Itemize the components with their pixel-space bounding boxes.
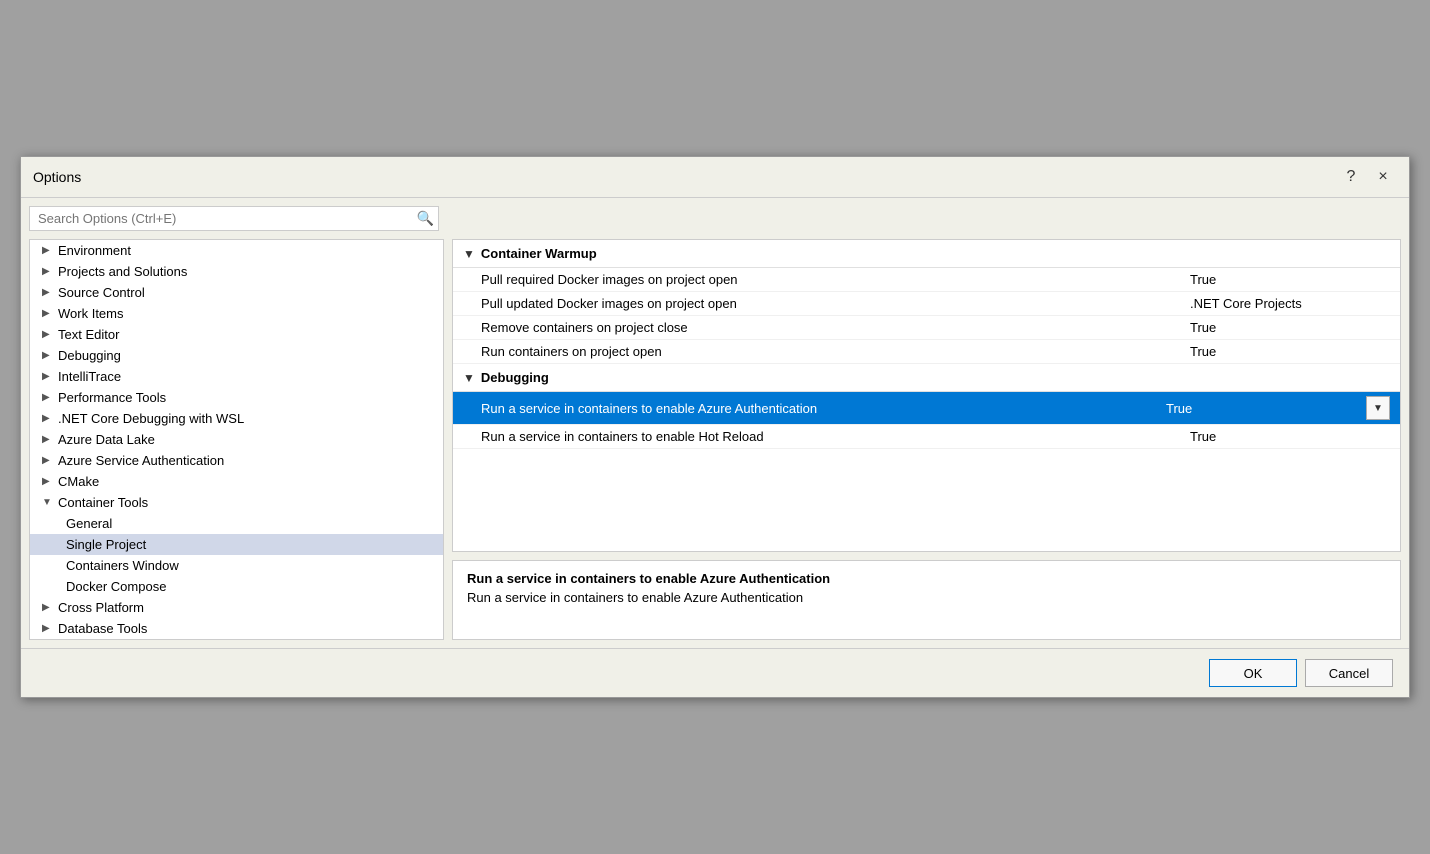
tree-item-cross-platform[interactable]: ▶ Cross Platform [30,597,443,618]
tree-item-label: .NET Core Debugging with WSL [58,411,244,426]
setting-value: True [1190,344,1390,359]
expand-arrow: ▶ [42,623,54,634]
setting-row[interactable]: Run a service in containers to enable Ho… [453,425,1400,449]
right-panel: ▼ Container Warmup Pull required Docker im… [452,239,1401,640]
tree-item-source-control[interactable]: ▶ Source Control [30,282,443,303]
tree-item-label: Projects and Solutions [58,264,187,279]
title-bar: Options ? × [21,157,1409,198]
tree-item-container-tools[interactable]: ▼ Container Tools [30,492,443,513]
setting-name: Pull updated Docker images on project op… [481,296,1190,311]
setting-row[interactable]: Run containers on project openTrue [453,340,1400,364]
setting-row[interactable]: Remove containers on project closeTrue [453,316,1400,340]
options-dialog: Options ? × 🔍 ▶ Environment ▶ Projects and … [20,156,1410,698]
tree-child-docker-compose[interactable]: Docker Compose [30,576,443,597]
section-collapse-arrow: ▼ [463,247,475,261]
help-button[interactable]: ? [1337,165,1365,189]
tree-item-environment[interactable]: ▶ Environment [30,240,443,261]
tree-item-label: Work Items [58,306,124,321]
section-title: Container Warmup [481,246,597,261]
cancel-button[interactable]: Cancel [1305,659,1393,687]
dialog-title: Options [33,169,81,185]
setting-row[interactable]: Run a service in containers to enable Az… [453,392,1400,425]
tree-item-label: Cross Platform [58,600,144,615]
expand-arrow: ▶ [42,413,54,424]
setting-value: True [1190,429,1390,444]
tree-container: ▶ Environment ▶ Projects and Solutions ▶ Sour… [30,240,443,639]
tree-child-single-project[interactable]: Single Project [30,534,443,555]
tree-item-text-editor[interactable]: ▶ Text Editor [30,324,443,345]
tree-item-label: Azure Service Authentication [58,453,224,468]
tree-item-azure-service-auth[interactable]: ▶ Azure Service Authentication [30,450,443,471]
tree-item-label: Azure Data Lake [58,432,155,447]
dialog-footer: OK Cancel [21,648,1409,697]
settings-area: ▼ Container Warmup Pull required Docker im… [452,239,1401,552]
close-button[interactable]: × [1369,165,1397,189]
section-collapse-arrow: ▼ [463,371,475,385]
expand-arrow: ▶ [42,392,54,403]
tree-item-work-items[interactable]: ▶ Work Items [30,303,443,324]
tree-item-label: Container Tools [58,495,148,510]
tree-item-label: IntelliTrace [58,369,121,384]
title-bar-buttons: ? × [1337,165,1397,189]
search-input-wrapper: 🔍 [29,206,439,231]
tree-item-database-tools[interactable]: ▶ Database Tools [30,618,443,639]
left-panel: ▶ Environment ▶ Projects and Solutions ▶ Sour… [29,239,444,640]
tree-item-dotnet-core-debugging[interactable]: ▶ .NET Core Debugging with WSL [30,408,443,429]
collapse-arrow: ▼ [42,497,54,508]
search-icon: 🔍 [417,210,434,227]
setting-value: .NET Core Projects [1190,296,1390,311]
setting-value: True [1190,320,1390,335]
content-area: ▶ Environment ▶ Projects and Solutions ▶ Sour… [29,239,1401,640]
setting-name: Run containers on project open [481,344,1190,359]
section-title: Debugging [481,370,549,385]
tree-item-debugging[interactable]: ▶ Debugging [30,345,443,366]
tree-item-label: Database Tools [58,621,147,636]
setting-name: Remove containers on project close [481,320,1190,335]
expand-arrow: ▶ [42,602,54,613]
expand-arrow: ▶ [42,350,54,361]
dialog-body: 🔍 ▶ Environment ▶ Projects and Solutions ▶ So… [21,198,1409,648]
tree-item-projects-solutions[interactable]: ▶ Projects and Solutions [30,261,443,282]
search-bar: 🔍 [29,206,1401,231]
tree-item-label: Text Editor [58,327,119,342]
dropdown-arrow[interactable]: ▼ [1366,396,1390,420]
description-area: Run a service in containers to enable Az… [452,560,1401,640]
tree-item-label: Debugging [58,348,121,363]
tree-item-performance-tools[interactable]: ▶ Performance Tools [30,387,443,408]
search-input[interactable] [34,209,417,228]
expand-arrow: ▶ [42,329,54,340]
setting-name: Run a service in containers to enable Az… [481,401,1166,416]
setting-row[interactable]: Pull required Docker images on project o… [453,268,1400,292]
tree-item-label: Performance Tools [58,390,166,405]
description-text: Run a service in containers to enable Az… [467,590,1386,605]
section-header-debugging[interactable]: ▼ Debugging [453,364,1400,392]
tree-item-label: Environment [58,243,131,258]
tree-item-label: Source Control [58,285,145,300]
expand-arrow: ▶ [42,371,54,382]
expand-arrow: ▶ [42,308,54,319]
tree-item-intellitrace[interactable]: ▶ IntelliTrace [30,366,443,387]
ok-button[interactable]: OK [1209,659,1297,687]
setting-value: True [1166,401,1366,416]
description-title: Run a service in containers to enable Az… [467,571,1386,586]
expand-arrow: ▶ [42,266,54,277]
expand-arrow: ▶ [42,455,54,466]
expand-arrow: ▶ [42,476,54,487]
setting-row[interactable]: Pull updated Docker images on project op… [453,292,1400,316]
tree-child-general[interactable]: General [30,513,443,534]
settings-container: ▼ Container Warmup Pull required Docker im… [453,240,1400,449]
setting-name: Run a service in containers to enable Ho… [481,429,1190,444]
setting-value: True [1190,272,1390,287]
expand-arrow: ▶ [42,287,54,298]
tree-item-azure-data-lake[interactable]: ▶ Azure Data Lake [30,429,443,450]
setting-name: Pull required Docker images on project o… [481,272,1190,287]
expand-arrow: ▶ [42,245,54,256]
tree-child-containers-window[interactable]: Containers Window [30,555,443,576]
section-header-container-warmup[interactable]: ▼ Container Warmup [453,240,1400,268]
expand-arrow: ▶ [42,434,54,445]
tree-item-cmake[interactable]: ▶ CMake [30,471,443,492]
tree-item-label: CMake [58,474,99,489]
